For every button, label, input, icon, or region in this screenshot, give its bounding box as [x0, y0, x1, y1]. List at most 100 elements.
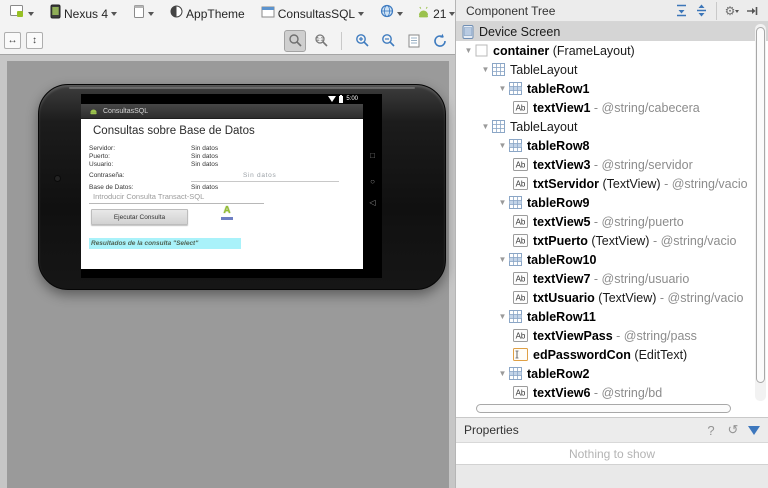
device-selector[interactable]: Nexus 4: [47, 2, 120, 26]
api-level-selector[interactable]: 21: [414, 3, 458, 25]
expand-arrow-icon[interactable]: ▼: [496, 84, 509, 93]
expand-arrow-icon[interactable]: ▼: [496, 369, 509, 378]
ab-icon: Ab: [513, 177, 528, 190]
render-config-button[interactable]: [6, 2, 37, 26]
query-input-hint[interactable]: Introducir Consulta Transact-SQL: [93, 192, 204, 201]
form-row[interactable]: Contraseña: Sin datos: [89, 172, 340, 182]
expand-arrow-icon[interactable]: ▼: [496, 198, 509, 207]
form-row[interactable]: Puerto: Sin datos: [89, 153, 218, 160]
zoom-to-fit-button[interactable]: [284, 29, 306, 52]
zoom-in-button[interactable]: [351, 30, 373, 52]
arrow-vertical-icon: ↕: [32, 35, 37, 46]
hide-panel-button[interactable]: [742, 2, 762, 20]
arrow-horizontal-icon: ↔: [7, 35, 18, 46]
help-button[interactable]: ?: [700, 423, 722, 438]
tree-vertical-scrollbar[interactable]: [755, 24, 766, 401]
tree-node-tablerow9[interactable]: ▼ tableRow9: [456, 193, 768, 212]
frame-icon: [475, 44, 488, 57]
expand-arrow-icon[interactable]: ▼: [479, 65, 492, 74]
form-row[interactable]: Servidor: Sin datos: [89, 145, 218, 152]
ab-icon: Ab: [513, 386, 528, 399]
tree-node-textview5[interactable]: Ab textView5 - @string/puerto: [456, 212, 768, 231]
api-level-label: 21: [433, 6, 447, 21]
zoom-out-button[interactable]: [377, 30, 399, 52]
edittext-icon: [513, 348, 528, 361]
device-screen-preview[interactable]: 5:00 ConsultasSQL Consultas sobre Base d…: [81, 94, 382, 278]
tree-node-tablerow11[interactable]: ▼ tableRow11: [456, 307, 768, 326]
tree-node-textview6[interactable]: Ab textView6 - @string/bd: [456, 383, 768, 402]
stretch-width-button[interactable]: ↔: [4, 32, 21, 49]
chevron-down-icon: [735, 10, 740, 15]
tree-node-textviewpass[interactable]: Ab textViewPass - @string/pass: [456, 326, 768, 345]
filter-icon[interactable]: [748, 425, 760, 435]
home-icon[interactable]: ○: [363, 178, 382, 186]
activity-selector[interactable]: ConsultasSQL: [258, 3, 367, 25]
expand-all-button[interactable]: [671, 2, 691, 20]
design-canvas[interactable]: 5:00 ConsultasSQL Consultas sobre Base d…: [0, 55, 455, 488]
node-type: (TextView): [587, 233, 650, 248]
scrollbar-thumb[interactable]: [755, 27, 765, 383]
tree-node-tablerow2[interactable]: ▼ tableRow2: [456, 364, 768, 383]
tree-node-tablerow8[interactable]: ▼ tableRow8: [456, 136, 768, 155]
tree-node-device-screen[interactable]: Device Screen: [456, 22, 768, 41]
layout-designer-window: Nexus 4 AppTheme ConsultasSQL 21 ↔ ↕ 1:1…: [0, 0, 768, 488]
refresh-button[interactable]: [429, 30, 451, 52]
node-id: txtServidor: [533, 176, 599, 191]
ab-icon: Ab: [513, 272, 528, 285]
layout-content[interactable]: Consultas sobre Base de Datos Servidor: S…: [81, 119, 363, 269]
expand-arrow-icon[interactable]: ▼: [496, 255, 509, 264]
tree-settings-button[interactable]: ⚙: [722, 2, 742, 20]
design-surface[interactable]: 5:00 ConsultasSQL Consultas sobre Base d…: [7, 61, 449, 488]
tree-node-textview3[interactable]: Ab textView3 - @string/servidor: [456, 155, 768, 174]
execute-query-button[interactable]: Ejecutar Consulta: [91, 209, 188, 225]
reset-button[interactable]: ↺: [722, 422, 744, 438]
stretch-height-button[interactable]: ↕: [26, 32, 43, 49]
form-row[interactable]: Usuario: Sin datos: [89, 161, 218, 168]
preview-file-icon[interactable]: [403, 30, 425, 52]
navigation-bar: □ ○ ◁: [363, 104, 382, 278]
expand-arrow-icon[interactable]: ▼: [496, 312, 509, 321]
ab-icon: Ab: [513, 101, 528, 114]
orientation-selector[interactable]: [130, 2, 157, 26]
expand-arrow-icon[interactable]: ▼: [496, 141, 509, 150]
tree-node-tablelayout[interactable]: ▼ TableLayout: [456, 117, 768, 136]
form-row[interactable]: Base de Datos: Sin datos: [89, 184, 218, 191]
node-id: tableRow11: [527, 309, 596, 324]
tree-node-tablerow10[interactable]: ▼ tableRow10: [456, 250, 768, 269]
tree-node-textview1[interactable]: Ab textView1 - @string/cabecera: [456, 98, 768, 117]
node-resource: - @string/pass: [612, 328, 697, 343]
properties-title: Properties: [464, 423, 519, 437]
node-id: tableRow1: [527, 81, 590, 96]
scrollbar-thumb[interactable]: [476, 404, 732, 413]
designer-toolbar: Nexus 4 AppTheme ConsultasSQL 21 ↔ ↕ 1:1: [0, 0, 488, 55]
tree-node-container[interactable]: ▼ container (FrameLayout): [456, 41, 768, 60]
field-value: Sin datos: [191, 161, 219, 168]
activity-icon: [261, 5, 275, 23]
tree-node-textview7[interactable]: Ab textView7 - @string/usuario: [456, 269, 768, 288]
tree-horizontal-scrollbar[interactable]: [474, 404, 740, 414]
back-icon[interactable]: ◁: [363, 199, 382, 207]
orientation-icon: [133, 4, 145, 24]
zoom-actual-size-button[interactable]: 1:1: [310, 30, 332, 52]
tree-node-edpasswordcon[interactable]: edPasswordCon (EditText): [456, 345, 768, 364]
tree-node-txtusuario[interactable]: Ab txtUsuario (TextView) - @string/vacio: [456, 288, 768, 307]
tree-node-tablelayout[interactable]: ▼ TableLayout: [456, 60, 768, 79]
collapse-all-button[interactable]: [691, 2, 711, 20]
results-label[interactable]: Resultados de la consulta "Select": [89, 238, 241, 249]
expand-arrow-icon[interactable]: ▼: [462, 46, 475, 55]
screen-heading[interactable]: Consultas sobre Base de Datos: [93, 125, 255, 137]
tree-node-tablerow1[interactable]: ▼ tableRow1: [456, 79, 768, 98]
component-tree-header: Component Tree ⚙: [456, 0, 768, 22]
battery-icon: [339, 94, 344, 103]
node-id: txtPuerto: [533, 233, 588, 248]
status-bar: 5:00: [81, 94, 382, 104]
node-id: tableRow8: [527, 138, 590, 153]
app-android-icon: [89, 102, 98, 120]
recents-icon[interactable]: □: [363, 152, 382, 160]
tree-node-txtpuerto[interactable]: Ab txtPuerto (TextView) - @string/vacio: [456, 231, 768, 250]
theme-selector[interactable]: AppTheme: [167, 3, 248, 25]
expand-arrow-icon[interactable]: ▼: [479, 122, 492, 131]
locale-selector[interactable]: [377, 2, 406, 25]
result-image-icon[interactable]: A: [219, 206, 235, 220]
tree-node-txtservidor[interactable]: Ab txtServidor (TextView) - @string/vacio: [456, 174, 768, 193]
